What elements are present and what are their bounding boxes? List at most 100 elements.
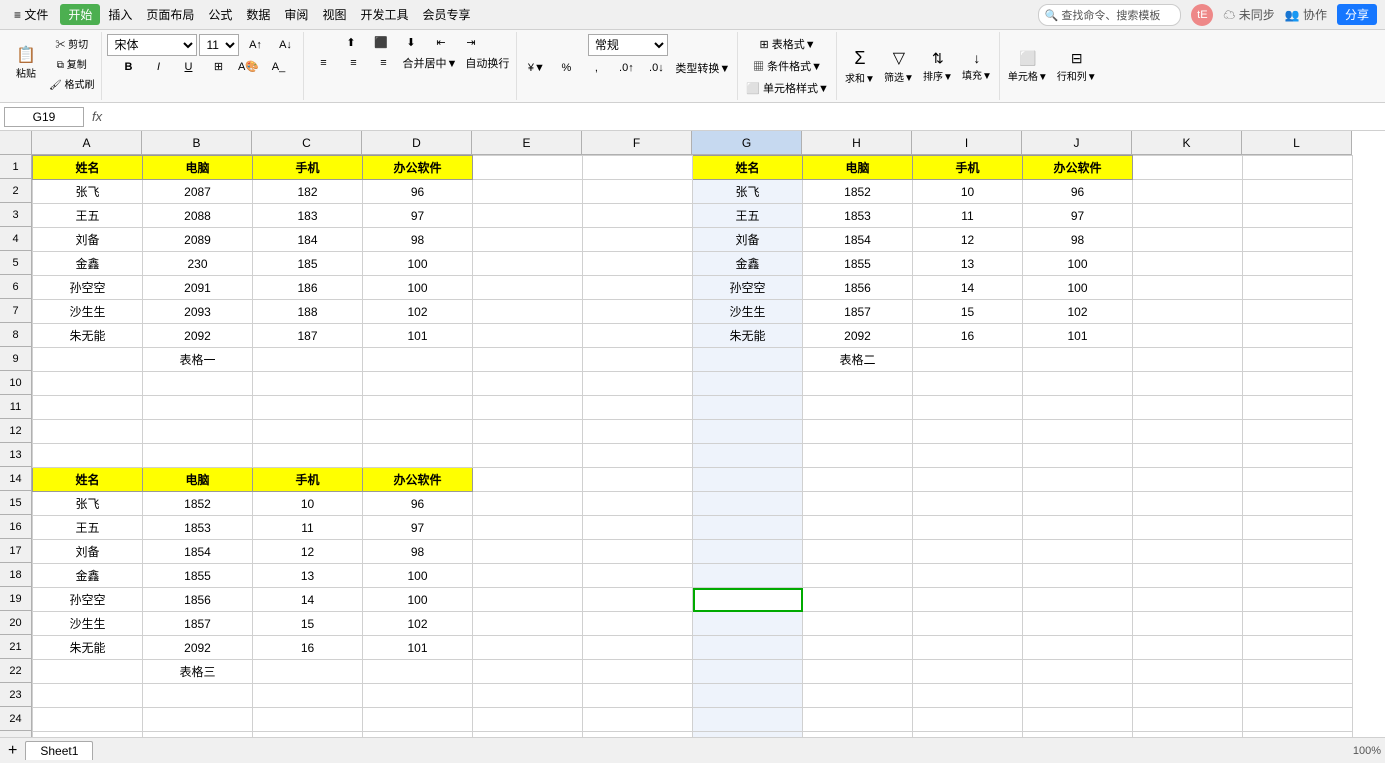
table-row[interactable]: 182 [253, 180, 363, 204]
table-row[interactable] [363, 396, 473, 420]
table-row[interactable] [363, 420, 473, 444]
table-row[interactable] [913, 660, 1023, 684]
table-row[interactable] [253, 708, 363, 732]
search-box[interactable]: 🔍 查找命令、搜索模板 [1038, 4, 1182, 26]
table-row[interactable]: 16 [253, 636, 363, 660]
table-row[interactable] [803, 420, 913, 444]
tab-member[interactable]: 会员专享 [416, 4, 476, 25]
table-row[interactable] [473, 660, 583, 684]
table-row[interactable] [33, 708, 143, 732]
tab-kaishi[interactable]: 开始 [60, 4, 100, 25]
table-row[interactable] [253, 396, 363, 420]
formula-input[interactable] [110, 107, 1381, 127]
table-row[interactable] [1133, 588, 1243, 612]
col-header-e[interactable]: E [472, 131, 582, 155]
align-right-btn[interactable]: ≡ [369, 55, 397, 71]
table-row[interactable] [1023, 612, 1133, 636]
table-row[interactable]: 沙生生 [33, 300, 143, 324]
table-row[interactable] [583, 396, 693, 420]
table-row[interactable] [473, 420, 583, 444]
row-header-4[interactable]: 4 [0, 227, 32, 251]
table-row[interactable] [473, 540, 583, 564]
tab-page-layout[interactable]: 页面布局 [140, 4, 200, 25]
table-row[interactable]: 10 [253, 492, 363, 516]
table-row[interactable] [913, 708, 1023, 732]
table-row[interactable] [583, 252, 693, 276]
table-row[interactable]: 1854 [143, 540, 253, 564]
table-row[interactable] [583, 684, 693, 708]
table-row[interactable]: 186 [253, 276, 363, 300]
table-row[interactable] [1023, 468, 1133, 492]
row-header-16[interactable]: 16 [0, 515, 32, 539]
table-row[interactable] [363, 660, 473, 684]
table-row[interactable] [1133, 492, 1243, 516]
table-row[interactable] [143, 396, 253, 420]
table-row[interactable] [913, 396, 1023, 420]
table-row[interactable] [1243, 492, 1353, 516]
sheet-tab-1[interactable]: Sheet1 [25, 741, 93, 760]
table-row[interactable]: 2087 [143, 180, 253, 204]
row-header-12[interactable]: 12 [0, 419, 32, 443]
table-row[interactable]: 97 [1023, 204, 1133, 228]
table-row[interactable] [583, 372, 693, 396]
table-row[interactable]: 96 [363, 180, 473, 204]
table-row[interactable] [583, 156, 693, 180]
table-row[interactable] [583, 420, 693, 444]
table-row[interactable]: 101 [1023, 324, 1133, 348]
table-row[interactable] [473, 468, 583, 492]
table-row[interactable] [913, 684, 1023, 708]
cut-btn[interactable]: ✂ 剪切 [46, 34, 97, 53]
table-row[interactable] [1243, 420, 1353, 444]
table-row[interactable] [1133, 300, 1243, 324]
col-header-g[interactable]: G [692, 131, 802, 155]
table-row[interactable] [803, 588, 913, 612]
table-row[interactable] [473, 516, 583, 540]
currency-btn[interactable]: ¥▼ [522, 60, 550, 76]
row-header-1[interactable]: 1 [0, 155, 32, 179]
table-row[interactable] [803, 492, 913, 516]
table-row[interactable]: 王五 [33, 204, 143, 228]
row-header-9[interactable]: 9 [0, 347, 32, 371]
table-row[interactable] [583, 708, 693, 732]
table-row[interactable] [803, 708, 913, 732]
table-row[interactable]: 刘备 [33, 540, 143, 564]
col-header-j[interactable]: J [1022, 131, 1132, 155]
table-row[interactable]: 1857 [143, 612, 253, 636]
table-row[interactable] [33, 396, 143, 420]
add-sheet-btn[interactable]: + [4, 742, 21, 760]
table-row[interactable] [693, 588, 803, 612]
table-row[interactable] [253, 684, 363, 708]
table-row[interactable] [1023, 684, 1133, 708]
decrease-font-btn[interactable]: A↓ [271, 37, 299, 53]
table-row[interactable]: 100 [363, 252, 473, 276]
align-bottom-btn[interactable]: ⬇ [397, 34, 425, 51]
table-row[interactable]: 183 [253, 204, 363, 228]
table-row[interactable]: 表格二 [803, 348, 913, 372]
table-row[interactable] [1243, 468, 1353, 492]
table-row[interactable] [473, 588, 583, 612]
table-row[interactable]: 187 [253, 324, 363, 348]
table-row[interactable] [1133, 156, 1243, 180]
table-row[interactable] [1133, 684, 1243, 708]
type-convert-btn[interactable]: 类型转换▼ [672, 58, 733, 78]
table-row[interactable] [1243, 540, 1353, 564]
row-header-8[interactable]: 8 [0, 323, 32, 347]
increase-font-btn[interactable]: A↑ [241, 37, 269, 53]
table-row[interactable]: 手机 [913, 156, 1023, 180]
sum-btn[interactable]: Σ求和▼ [842, 46, 878, 87]
row-header-23[interactable]: 23 [0, 683, 32, 707]
table-row[interactable] [583, 492, 693, 516]
table-row[interactable] [1243, 588, 1353, 612]
table-row[interactable] [1243, 516, 1353, 540]
table-row[interactable] [1023, 444, 1133, 468]
table-row[interactable] [363, 348, 473, 372]
table-row[interactable] [1243, 324, 1353, 348]
table-row[interactable] [1133, 708, 1243, 732]
table-row[interactable] [1133, 204, 1243, 228]
table-row[interactable] [143, 444, 253, 468]
table-row[interactable] [803, 516, 913, 540]
table-row[interactable]: 2092 [143, 636, 253, 660]
table-row[interactable]: 孙空空 [33, 276, 143, 300]
cell-style-btn[interactable]: ⬜ 单元格样式▼ [743, 78, 832, 98]
table-row[interactable] [803, 540, 913, 564]
